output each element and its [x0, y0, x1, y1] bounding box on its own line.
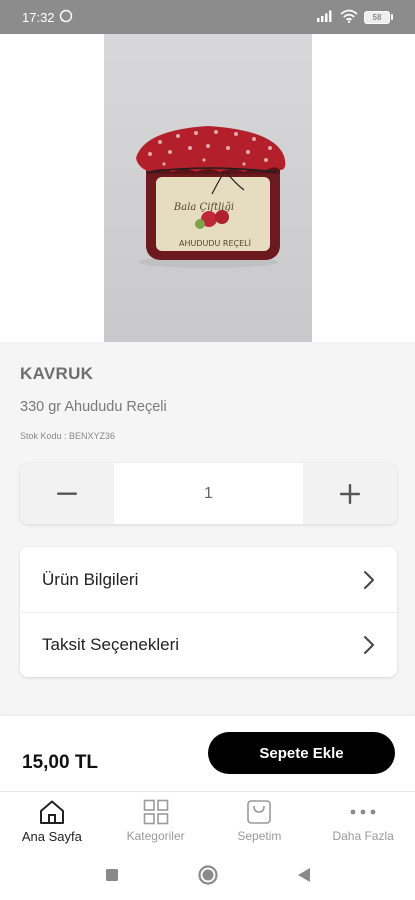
wifi-icon — [340, 9, 358, 26]
tab-cart-label: Sepetim — [237, 829, 282, 843]
home-nav-button[interactable] — [196, 863, 220, 887]
tab-categories-label: Kategoriler — [126, 829, 185, 843]
plus-icon — [340, 483, 360, 504]
product-brand: KAVRUK — [20, 364, 94, 383]
more-icon — [348, 798, 378, 826]
tab-cart[interactable]: Sepetim — [208, 792, 312, 850]
back-arrow-icon — [24, 83, 35, 101]
jar-label-text: AHUDUDU REÇELİ — [179, 238, 251, 248]
stock-code-row: Stok Kodu : BENXYZ36 — [20, 431, 115, 441]
battery-level: 58 — [364, 10, 390, 24]
product-name: 330 gr Ahududu Reçeli — [20, 399, 167, 415]
grid-icon — [141, 798, 171, 826]
back-nav-button[interactable] — [292, 863, 316, 887]
chevron-right-icon — [364, 636, 374, 654]
stock-code-value: BENXYZ36 — [69, 431, 116, 441]
triangle-back-icon — [297, 868, 310, 882]
signal-icon — [316, 9, 334, 25]
home-icon — [37, 798, 67, 826]
status-time: 17:32 — [22, 9, 55, 25]
share-button[interactable] — [333, 76, 365, 108]
share-icon — [341, 83, 357, 101]
recents-button[interactable] — [100, 863, 124, 887]
system-navigation-bar — [0, 850, 415, 900]
chevron-right-icon — [364, 570, 374, 589]
circle-icon — [197, 865, 218, 885]
minus-icon — [57, 492, 77, 495]
tab-more[interactable]: Daha Fazla — [311, 792, 415, 850]
tab-home-label: Ana Sayfa — [21, 829, 82, 844]
add-to-cart-button[interactable]: Sepete Ekle — [208, 732, 395, 774]
square-icon — [105, 869, 118, 881]
quantity-stepper: 1 — [20, 463, 397, 524]
back-button[interactable] — [14, 76, 46, 108]
status-bar: 17:32 58 — [0, 0, 415, 34]
stock-code-label: Stok Kodu : — [20, 431, 67, 441]
quantity-value[interactable]: 1 — [114, 463, 303, 524]
installment-options-row[interactable]: Taksit Seçenekleri — [20, 612, 397, 677]
decrease-quantity-button[interactable] — [20, 463, 114, 524]
installment-options-label: Taksit Seçenekleri — [42, 635, 180, 654]
product-info-label: Ürün Bilgileri — [42, 569, 139, 589]
product-price: 15,00 TL — [22, 752, 99, 773]
tab-categories[interactable]: Kategoriler — [104, 792, 208, 850]
product-photo[interactable]: Bala Çiftliği AHUDUDU REÇELİ — [104, 34, 312, 342]
product-image-area: Bala Çiftliği AHUDUDU REÇELİ — [0, 34, 415, 342]
increase-quantity-button[interactable] — [303, 463, 397, 524]
purchase-bar: 15,00 TL Sepete Ekle — [0, 716, 415, 791]
battery-icon: 58 — [364, 10, 393, 24]
product-details-list: Ürün Bilgileri Taksit Seçenekleri — [20, 547, 397, 677]
product-info-row[interactable]: Ürün Bilgileri — [20, 547, 397, 612]
bag-icon — [244, 798, 274, 826]
bottom-tab-bar: Ana Sayfa Kategoriler Sepetim Daha Fazla — [0, 791, 415, 850]
whatsapp-icon — [59, 9, 73, 26]
tab-home[interactable]: Ana Sayfa — [0, 792, 104, 850]
tab-more-label: Daha Fazla — [332, 829, 394, 843]
